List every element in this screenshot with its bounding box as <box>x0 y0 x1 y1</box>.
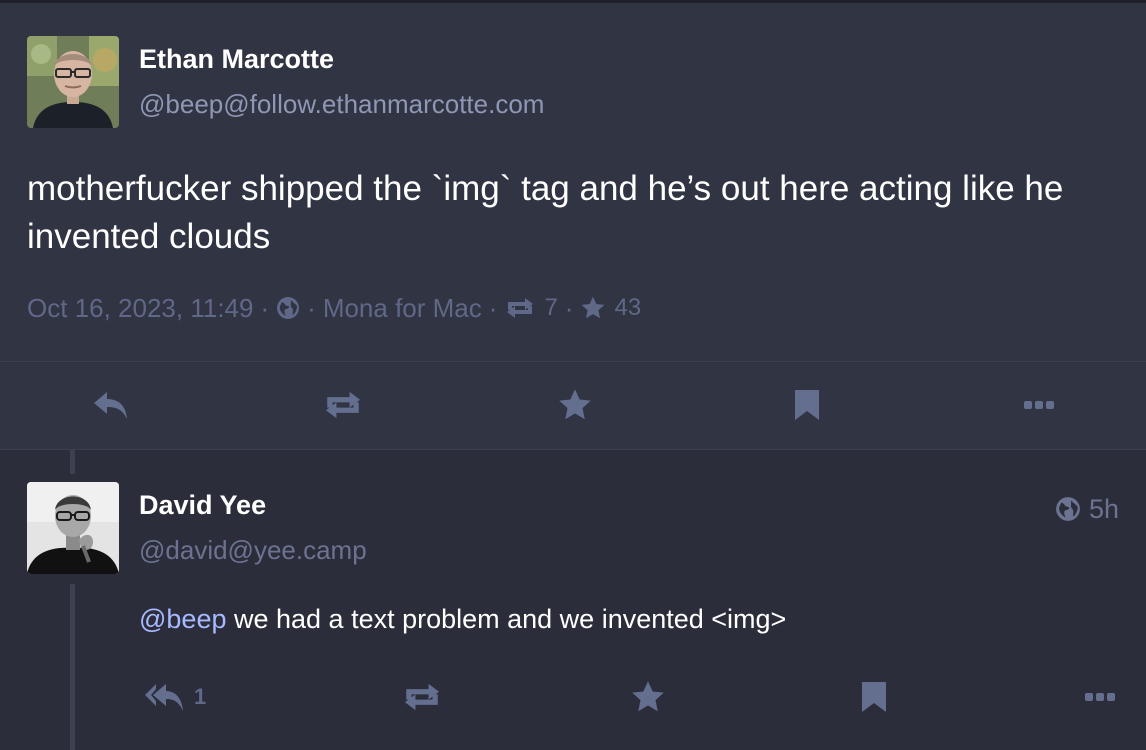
avatar[interactable] <box>27 482 119 574</box>
favourite-button[interactable] <box>623 677 673 717</box>
relative-time: 5h <box>1089 493 1120 524</box>
reply-content: @beep we had a text problem and we inven… <box>139 602 786 636</box>
more-icon <box>1085 692 1115 702</box>
thread-view: Ethan Marcotte @beep@follow.ethanmarcott… <box>0 0 1146 750</box>
thread-line <box>70 450 75 474</box>
avatar[interactable] <box>27 36 119 128</box>
thread-line <box>70 584 75 750</box>
bookmark-icon <box>794 389 820 421</box>
more-button[interactable] <box>1075 677 1125 717</box>
meta-separator: · <box>564 292 574 323</box>
post-meta: Oct 16, 2023, 11:49 · · Mona for Mac · 7… <box>27 291 641 325</box>
more-icon <box>1024 400 1054 410</box>
post-content: motherfucker shipped the `img` tag and h… <box>27 169 1064 256</box>
globe-icon <box>276 296 300 320</box>
boost-icon <box>401 682 443 712</box>
reply-author-display-name[interactable]: David Yee <box>139 489 266 521</box>
reply-text: we had a text problem and we invented <i… <box>226 604 787 634</box>
mention-link[interactable]: @beep <box>139 604 226 634</box>
reply-count: 1 <box>194 684 207 709</box>
bookmark-icon <box>861 681 887 713</box>
david-avatar-image <box>27 482 119 574</box>
author-display-name[interactable]: Ethan Marcotte <box>139 43 334 75</box>
reply-all-icon <box>144 681 184 713</box>
reply-icon <box>92 389 130 421</box>
boost-count[interactable]: 7 <box>544 294 557 322</box>
star-icon <box>557 387 593 423</box>
meta-separator: · <box>307 292 316 323</box>
favourite-button[interactable] <box>550 385 600 425</box>
reply-author-handle[interactable]: @david@yee.camp <box>139 534 367 566</box>
meta-separator: · <box>260 292 270 323</box>
bookmark-button[interactable] <box>849 677 899 717</box>
star-icon <box>580 295 606 321</box>
author-handle[interactable]: @beep@follow.ethanmarcotte.com <box>139 88 544 120</box>
post-timestamp[interactable]: Oct 16, 2023, 11:49 <box>27 293 253 324</box>
boost-button[interactable] <box>318 385 368 425</box>
reply-time[interactable]: 5h <box>1055 493 1119 525</box>
star-icon <box>630 679 666 715</box>
favourite-count[interactable]: 43 <box>614 294 641 322</box>
globe-icon <box>1055 496 1089 522</box>
bookmark-button[interactable] <box>782 385 832 425</box>
boost-icon <box>504 297 536 319</box>
client-name[interactable]: Mona for Mac <box>323 293 482 324</box>
boost-icon <box>322 390 364 420</box>
reply-button[interactable] <box>86 385 136 425</box>
more-button[interactable] <box>1014 385 1064 425</box>
boost-button[interactable] <box>397 677 447 717</box>
reply-button[interactable]: 1 <box>144 677 220 717</box>
ethan-avatar-image <box>27 36 119 128</box>
meta-separator: · <box>488 292 498 323</box>
